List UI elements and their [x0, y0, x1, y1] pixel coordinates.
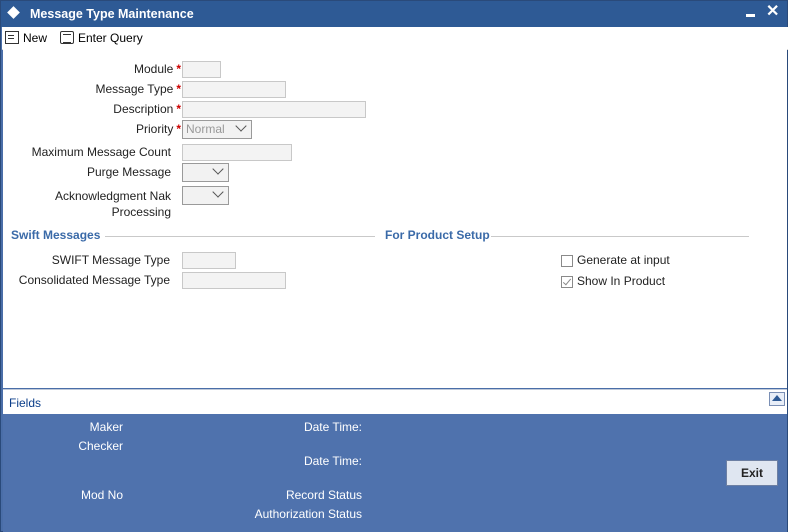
- new-button-label: New: [23, 30, 48, 45]
- required-marker: *: [176, 122, 181, 136]
- collapse-up-icon[interactable]: [769, 392, 785, 406]
- swift-messages-section-title: Swift Messages: [11, 228, 101, 242]
- minimize-icon[interactable]: [746, 14, 755, 17]
- new-button[interactable]: New: [5, 29, 47, 46]
- maker-label: Maker: [89, 420, 123, 434]
- title-bar: Message Type Maintenance ✕: [1, 1, 787, 27]
- new-document-icon: [5, 31, 19, 44]
- authorization-status-label: Authorization Status: [254, 507, 362, 521]
- chevron-down-icon: [212, 186, 224, 198]
- window-title: Message Type Maintenance: [30, 7, 194, 21]
- section-divider: [105, 236, 375, 237]
- message-type-label: Message Type *: [95, 82, 182, 96]
- description-label: Description *: [113, 102, 181, 116]
- purge-message-label: Purge Message: [86, 165, 171, 179]
- fields-link[interactable]: Fields: [9, 396, 41, 410]
- generate-at-input-checkbox[interactable]: [561, 255, 573, 267]
- module-label: Module *: [133, 62, 181, 76]
- generate-at-input-label: Generate at input: [577, 253, 670, 267]
- purge-message-select[interactable]: [182, 163, 229, 182]
- chevron-down-icon: [235, 120, 247, 132]
- priority-label: Priority *: [135, 122, 181, 136]
- enter-query-button[interactable]: Enter Query: [60, 29, 143, 46]
- required-marker: *: [176, 102, 181, 116]
- main-form: Module * Message Type * Description * Prior…: [3, 49, 787, 388]
- consolidated-message-type-input[interactable]: [182, 272, 286, 289]
- required-marker: *: [176, 82, 181, 96]
- max-message-count-label: Maximum Message Count: [31, 145, 171, 159]
- ack-nak-processing-select[interactable]: [182, 186, 229, 205]
- consolidated-message-type-label: Consolidated Message Type: [18, 273, 170, 287]
- checker-date-time-label: Date Time:: [303, 454, 362, 468]
- exit-button[interactable]: Exit: [726, 460, 778, 486]
- message-type-input[interactable]: [182, 81, 286, 98]
- swift-message-type-input[interactable]: [182, 252, 236, 269]
- section-divider: [491, 236, 749, 237]
- product-setup-section-title: For Product Setup: [385, 228, 490, 242]
- message-type-maintenance-window: Message Type Maintenance ✕ New Enter Que…: [0, 0, 788, 532]
- priority-select[interactable]: Normal: [182, 120, 252, 139]
- swift-message-type-label: SWIFT Message Type: [51, 253, 170, 267]
- module-input[interactable]: [182, 61, 221, 78]
- toolbar: New Enter Query: [2, 27, 788, 50]
- enter-query-icon: [60, 31, 74, 44]
- record-status-label: Record Status: [285, 488, 362, 502]
- enter-query-label: Enter Query: [78, 30, 143, 45]
- show-in-product-checkbox[interactable]: [561, 276, 573, 288]
- maker-date-time-label: Date Time:: [303, 420, 362, 434]
- show-in-product-label: Show In Product: [577, 274, 666, 288]
- max-message-count-input[interactable]: [182, 144, 292, 161]
- description-input[interactable]: [182, 101, 366, 118]
- ack-nak-processing-label: Acknowledgment Nak Processing: [54, 189, 171, 219]
- required-marker: *: [176, 62, 181, 76]
- app-diamond-icon: [7, 6, 20, 19]
- checker-label: Checker: [78, 439, 123, 453]
- mod-no-label: Mod No: [80, 488, 123, 502]
- audit-footer: Maker Checker Mod No Date Time: Date Tim…: [3, 414, 787, 532]
- priority-value: Normal: [186, 122, 225, 136]
- chevron-down-icon: [212, 163, 224, 175]
- fields-bar: Fields: [3, 389, 787, 415]
- close-icon[interactable]: ✕: [766, 3, 779, 21]
